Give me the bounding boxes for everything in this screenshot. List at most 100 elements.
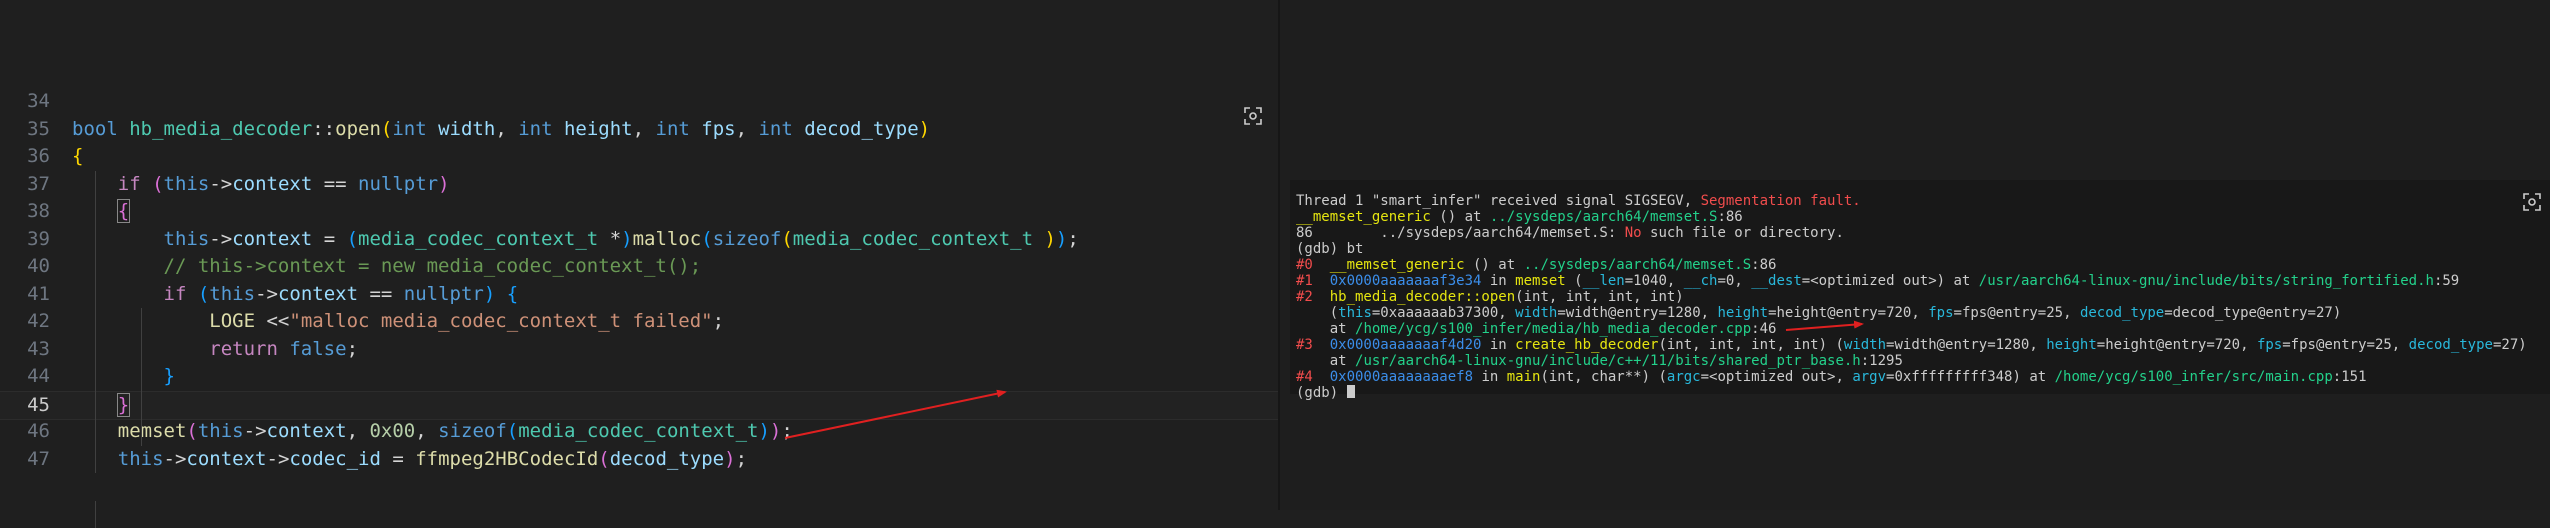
line-number: 35 <box>0 116 50 144</box>
code-token: open <box>335 118 381 140</box>
terminal-token: :46 <box>1751 321 1776 337</box>
line-number: 43 <box>0 336 50 364</box>
terminal-token: at <box>1296 353 1355 369</box>
code-token: context <box>232 173 312 195</box>
code-line[interactable]: 38 { <box>0 198 1278 226</box>
terminal-focus-icon[interactable] <box>2522 192 2542 212</box>
terminal-token: main <box>1507 369 1541 385</box>
code-text[interactable]: memset(this->context, 0x00, sizeof(media… <box>72 418 793 446</box>
code-line[interactable]: 34 <box>0 88 1278 116</box>
code-token: this <box>118 448 164 470</box>
terminal-token: =27) <box>2493 337 2527 353</box>
code-token: bool <box>72 118 129 140</box>
code-token: << <box>266 310 289 332</box>
code-token: } <box>118 394 129 416</box>
code-token: this <box>164 173 210 195</box>
code-line[interactable]: 47 this->context->codec_id = ffmpeg2HBCo… <box>0 446 1278 474</box>
terminal-token: __memset_generic <box>1330 257 1465 273</box>
terminal-token: No <box>1625 225 1642 241</box>
code-token: codec_id <box>289 448 381 470</box>
code-text[interactable]: { <box>72 198 129 226</box>
line-number: 44 <box>0 363 50 391</box>
code-line[interactable]: 46 memset(this->context, 0x00, sizeof(me… <box>0 418 1278 446</box>
editor-focus-icon[interactable] <box>1243 106 1263 126</box>
terminal-token: ../sysdeps/aarch64/memset.S <box>1490 209 1718 225</box>
code-text[interactable]: if (this->context == nullptr) { <box>72 281 518 309</box>
terminal-token: () at <box>1431 209 1490 225</box>
code-line[interactable]: 36 { <box>0 143 1278 171</box>
code-line[interactable]: 45 } <box>0 391 1278 421</box>
code-token: ; <box>781 420 792 442</box>
terminal-token: /usr/aarch64-linux-gnu/include/c++/11/bi… <box>1355 353 1861 369</box>
code-token <box>495 283 506 305</box>
code-line[interactable]: 35bool hb_media_decoder::open(int width,… <box>0 116 1278 144</box>
terminal-token: =fps@entry=25, <box>2282 337 2408 353</box>
code-token: ( <box>152 173 163 195</box>
terminal-token: (int, int, int, int) <box>1515 289 1684 305</box>
code-text[interactable]: if (this->context == nullptr) <box>72 171 450 199</box>
terminal-token: :1295 <box>1861 353 1903 369</box>
terminal-token: 0x0000aaaaaaaf4d20 <box>1330 337 1482 353</box>
line-number: 39 <box>0 226 50 254</box>
code-line[interactable]: 43 return false; <box>0 336 1278 364</box>
code-token: ) <box>484 283 495 305</box>
terminal-token: =width@entry=1280, <box>1886 337 2046 353</box>
terminal-token: #4 <box>1296 369 1330 385</box>
code-text[interactable]: this->context = (media_codec_context_t *… <box>72 226 1079 254</box>
code-token: int <box>656 118 702 140</box>
code-line[interactable]: 44 } <box>0 363 1278 391</box>
code-token: LOGE <box>209 310 266 332</box>
terminal-line: #0 __memset_generic () at ../sysdeps/aar… <box>1296 257 1776 273</box>
code-text[interactable]: } <box>72 363 175 391</box>
terminal-token: :59 <box>2434 273 2459 289</box>
code-token: this <box>164 228 210 250</box>
code-text[interactable]: // this->context = new media_codec_conte… <box>72 253 701 281</box>
code-token: if <box>164 283 198 305</box>
terminal-token: #0 <box>1296 257 1330 273</box>
terminal-token: (gdb) <box>1296 385 1347 401</box>
terminal-token: :86 <box>1751 257 1776 273</box>
code-text[interactable]: { <box>72 143 83 171</box>
code-line[interactable]: 42 LOGE <<"malloc media_codec_context_t … <box>0 308 1278 336</box>
terminal-line: #1 0x0000aaaaaaaf3e34 in memset (__len=1… <box>1296 273 2459 289</box>
code-line[interactable]: 41 if (this->context == nullptr) { <box>0 281 1278 309</box>
code-token: int <box>518 118 564 140</box>
code-line[interactable]: 39 this->context = (media_codec_context_… <box>0 226 1278 254</box>
line-number: 34 <box>0 88 50 116</box>
code-token: if <box>118 173 152 195</box>
terminal-token: __memset_generic <box>1296 209 1431 225</box>
code-token: == <box>358 283 404 305</box>
code-token: ; <box>347 338 358 360</box>
code-line[interactable]: 37 if (this->context == nullptr) <box>0 171 1278 199</box>
code-text[interactable]: } <box>72 392 129 420</box>
terminal-line: (gdb) bt <box>1296 241 1363 257</box>
code-token: media_codec_context_t <box>793 228 1045 250</box>
terminal-token: (int, int, int, int) ( <box>1658 337 1843 353</box>
code-token: { <box>507 283 518 305</box>
terminal-token: decod_type <box>2080 305 2164 321</box>
terminal-token: #3 <box>1296 337 1330 353</box>
code-editor-pane[interactable]: 3435bool hb_media_decoder::open(int widt… <box>0 0 1278 510</box>
line-number: 36 <box>0 143 50 171</box>
code-text[interactable]: return false; <box>72 336 358 364</box>
code-token: decod_type <box>610 448 724 470</box>
code-line[interactable]: 40 // this->context = new media_codec_co… <box>0 253 1278 281</box>
terminal-token: memset <box>1515 273 1566 289</box>
terminal-token: ( <box>1296 305 1338 321</box>
code-token: ) <box>1056 228 1067 250</box>
code-token: ) <box>438 173 449 195</box>
code-text[interactable]: LOGE <<"malloc media_codec_context_t fai… <box>72 308 724 336</box>
terminal-token: =decod_type@entry=27) <box>2164 305 2341 321</box>
code-text[interactable]: bool hb_media_decoder::open(int width, i… <box>72 116 930 144</box>
code-token: return <box>209 338 289 360</box>
code-token: 0x00 <box>369 420 415 442</box>
terminal-token: hb_media_decoder::open <box>1330 289 1515 305</box>
code-token: decod_type <box>804 118 918 140</box>
code-token: = <box>381 448 415 470</box>
code-text[interactable]: this->context->codec_id = ffmpeg2HBCodec… <box>72 446 747 474</box>
terminal-token: =<optimized out>) at <box>1802 273 1979 289</box>
code-token: ( <box>381 118 392 140</box>
terminal-token: decod_type <box>2409 337 2493 353</box>
terminal-token: (int, char**) ( <box>1540 369 1666 385</box>
terminal-cursor <box>1347 385 1355 398</box>
